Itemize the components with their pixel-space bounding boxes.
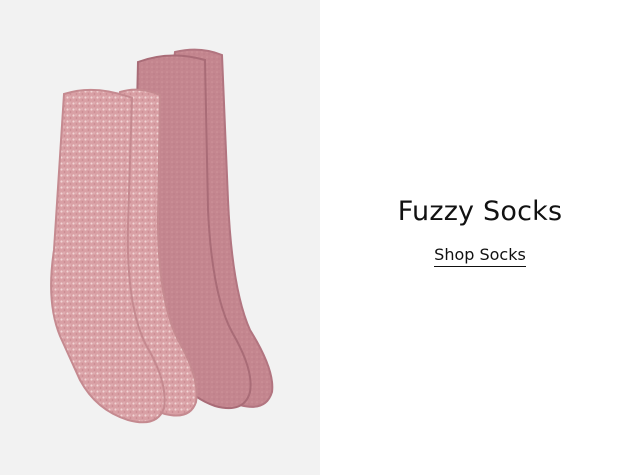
- promo-card: Fuzzy Socks Shop Socks: [0, 0, 640, 475]
- promo-text-panel: Fuzzy Socks Shop Socks: [320, 0, 640, 475]
- socks-image: [50, 48, 274, 424]
- product-image[interactable]: [0, 0, 320, 475]
- shop-socks-link[interactable]: Shop Socks: [434, 245, 526, 267]
- promo-headline: Fuzzy Socks: [397, 196, 563, 227]
